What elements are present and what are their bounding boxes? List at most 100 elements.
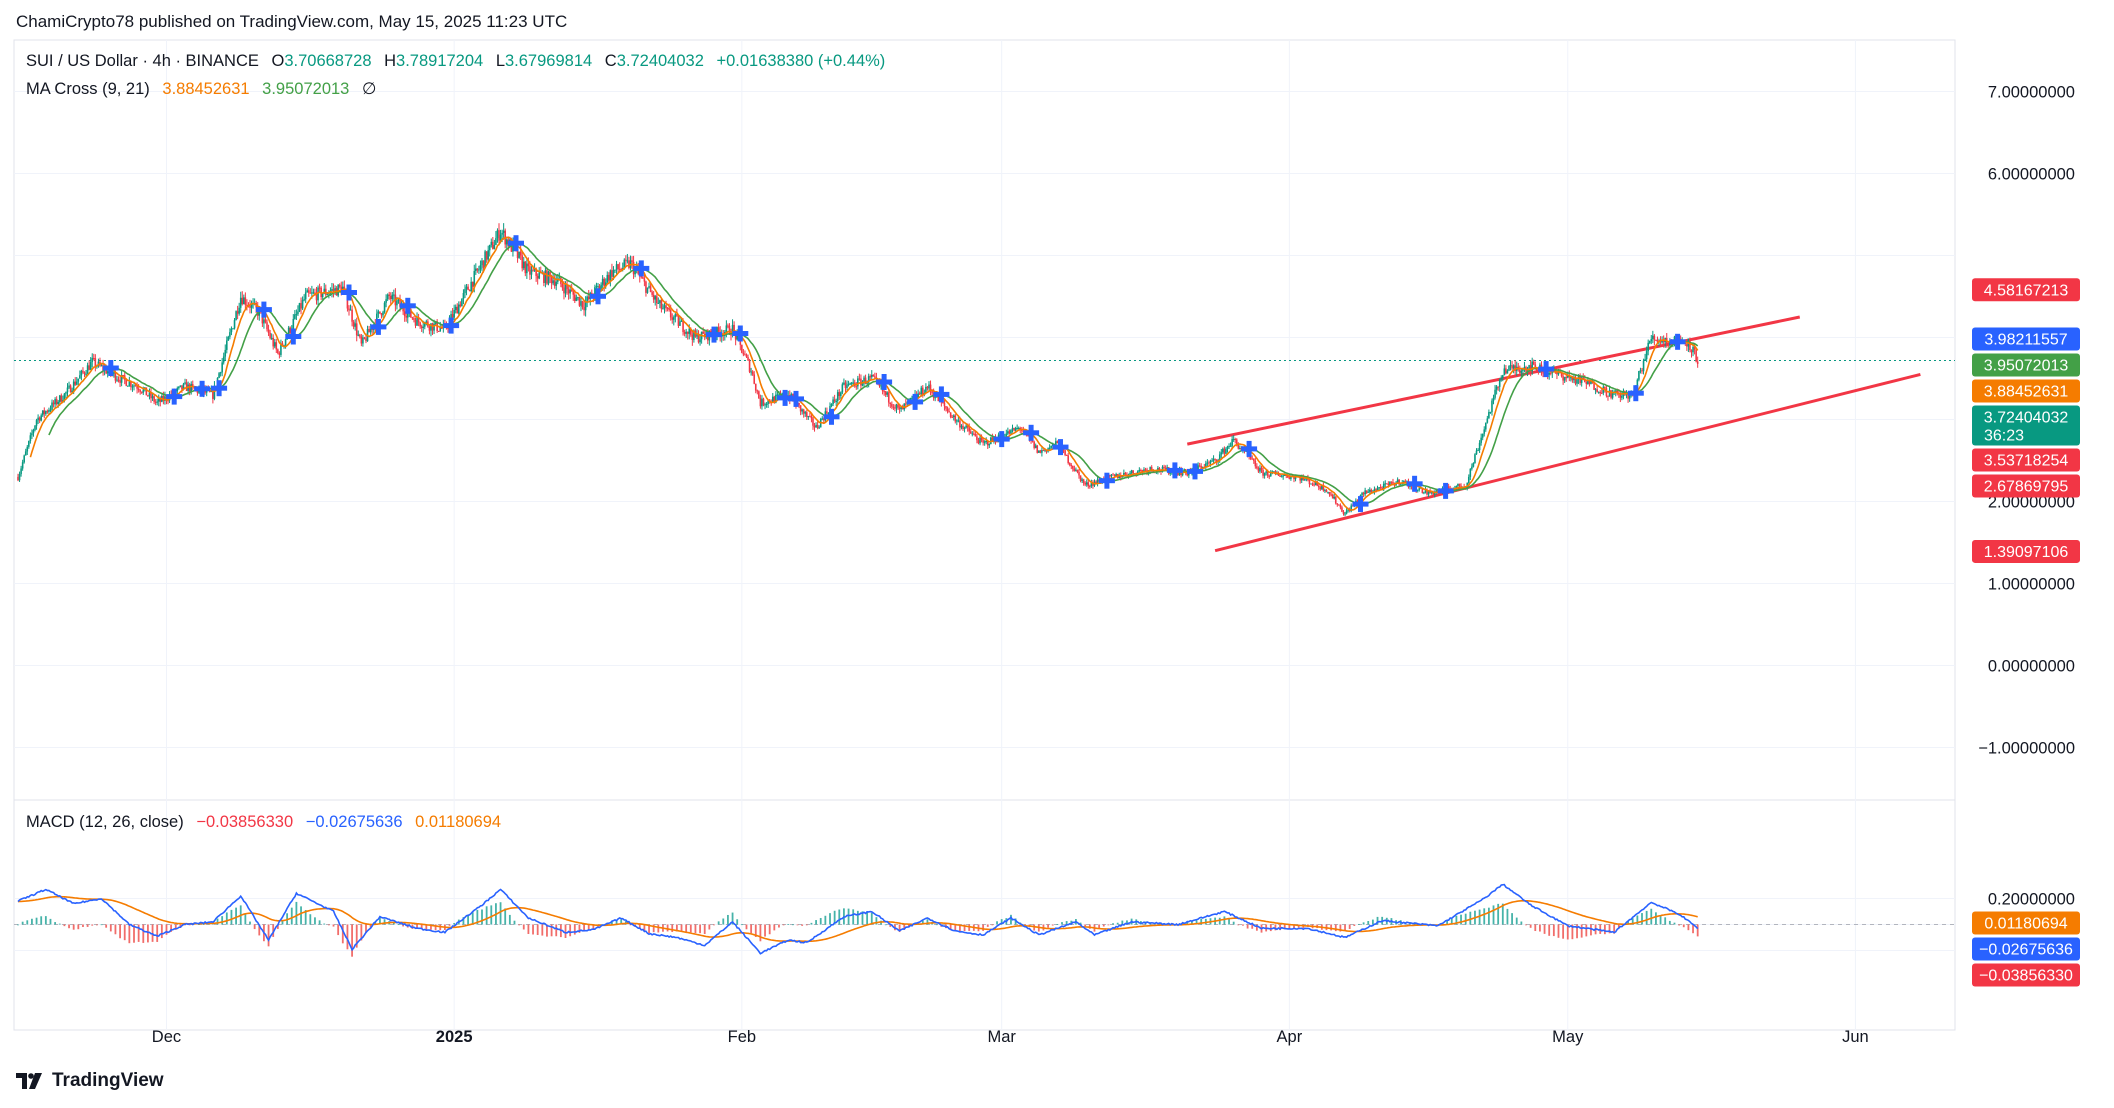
candle-body xyxy=(153,396,155,402)
y-tick-label: 0.00000000 xyxy=(1988,658,2075,676)
candle-body xyxy=(669,309,672,318)
candle-body xyxy=(838,392,841,397)
macd-histogram-bar xyxy=(1371,919,1374,925)
macd-histogram-bar xyxy=(44,916,47,925)
candle-body xyxy=(1206,462,1209,464)
macd-legend[interactable]: MACD (12, 26, close) −0.03856330 −0.0267… xyxy=(26,813,509,832)
candle-body xyxy=(759,398,762,407)
candle-body xyxy=(488,244,491,251)
candle-body xyxy=(60,395,63,402)
candle-body xyxy=(860,378,862,386)
candle-body xyxy=(654,296,657,300)
candle-body xyxy=(490,241,493,245)
macd-histogram-bar xyxy=(801,924,804,926)
candle-body xyxy=(1050,445,1052,448)
candle-body xyxy=(304,292,307,300)
ma-legend[interactable]: MA Cross (9, 21) 3.88452631 3.95072013 ∅ xyxy=(26,79,384,99)
candle-body xyxy=(1014,428,1017,431)
candle-body xyxy=(524,261,527,274)
macd-histogram-bar xyxy=(750,924,753,934)
candle-body xyxy=(92,358,95,360)
candle-body xyxy=(502,230,505,233)
ma-name[interactable]: MA Cross (9, 21) xyxy=(26,80,150,98)
candle-body xyxy=(321,293,324,298)
candle-body xyxy=(577,297,579,299)
candle-body xyxy=(17,476,19,481)
candle-body xyxy=(850,382,853,384)
macd-histogram-bar xyxy=(281,921,284,925)
candle-body xyxy=(1489,411,1492,413)
candle-body xyxy=(292,318,295,329)
candle-body xyxy=(1396,479,1399,483)
macd-histogram-bar xyxy=(699,924,701,934)
candle-body xyxy=(493,244,496,249)
candle-body xyxy=(462,293,465,299)
candle-body xyxy=(58,395,61,402)
candle-body xyxy=(954,415,957,422)
channel-layer xyxy=(1186,315,1921,553)
macd-histogram-bar xyxy=(105,924,108,928)
candle-body xyxy=(1475,450,1478,455)
tradingview-logo[interactable]: TradingView xyxy=(16,1070,164,1092)
cross-bar-v xyxy=(290,328,296,345)
candle-body xyxy=(458,304,460,314)
candle-body xyxy=(267,329,270,333)
candle-body xyxy=(45,411,47,415)
macd-histogram-bar xyxy=(689,924,692,933)
symbol-legend[interactable]: SUI / US Dollar · 4h · BINANCE O3.706687… xyxy=(26,52,893,71)
macd-histogram-bar xyxy=(165,924,168,935)
candle-body xyxy=(1211,460,1213,462)
candle-body xyxy=(1469,468,1472,477)
candle-body xyxy=(20,468,22,475)
candle-body xyxy=(363,337,366,339)
candle-body xyxy=(532,269,534,271)
candle-body xyxy=(1265,471,1267,473)
candle-body xyxy=(1344,513,1346,515)
price-label-text: 3.53718254 xyxy=(1984,452,2069,469)
candle-body xyxy=(581,301,584,308)
candle-body xyxy=(1327,492,1329,494)
candle-body xyxy=(224,349,227,357)
candle-body xyxy=(1565,377,1568,379)
candle-body xyxy=(1081,479,1083,481)
price-label-text: 3.72404032 xyxy=(1984,409,2069,426)
macd-name[interactable]: MACD (12, 26, close) xyxy=(26,813,184,831)
chart-canvas[interactable]: Dec 2025 Feb Mar Apr May Jun 7.00000000 6.000000… xyxy=(0,0,2114,1108)
candle-body xyxy=(1563,377,1566,381)
candle-body xyxy=(295,314,298,316)
candle-body xyxy=(1508,366,1510,371)
candle-body xyxy=(1594,389,1597,391)
cross-bar-v xyxy=(912,393,918,410)
symbol-name[interactable]: SUI / US Dollar · 4h · BINANCE xyxy=(26,52,259,70)
cross-bar-v xyxy=(711,326,717,343)
macd-histogram-bar xyxy=(1548,924,1551,936)
ma-cross-marker xyxy=(788,390,804,407)
macd-histogram-bar xyxy=(504,908,507,925)
macd-histogram-bar xyxy=(1650,908,1653,925)
candle-body xyxy=(413,318,415,320)
macd-histogram-bar xyxy=(1580,924,1583,938)
y-tick-label: 6.00000000 xyxy=(1988,166,2075,184)
macd-histogram-bar xyxy=(829,913,831,925)
candle-body xyxy=(1234,438,1237,440)
candle-body xyxy=(1549,372,1552,374)
candle-body xyxy=(1041,450,1043,453)
candle-body xyxy=(1225,448,1227,454)
candle-body xyxy=(1198,465,1201,467)
candle-body xyxy=(142,389,145,393)
candle-body xyxy=(699,339,701,343)
macd-histogram-bar xyxy=(819,918,822,925)
macd-histogram-bar xyxy=(522,924,525,930)
macd-hist-value: −0.03856330 xyxy=(196,813,294,831)
macd-histogram-bar xyxy=(230,909,233,925)
ma-cross-marker xyxy=(933,386,950,403)
candle-body xyxy=(1375,489,1377,491)
candle-body xyxy=(1076,469,1079,473)
candle-body xyxy=(1319,487,1322,490)
candle-body xyxy=(473,271,476,287)
candle-body xyxy=(360,336,363,344)
candle-body xyxy=(1492,397,1495,401)
candle-body xyxy=(821,418,824,420)
price-label-text: 4.58167213 xyxy=(1984,282,2069,299)
cross-bar-v xyxy=(1358,496,1363,513)
